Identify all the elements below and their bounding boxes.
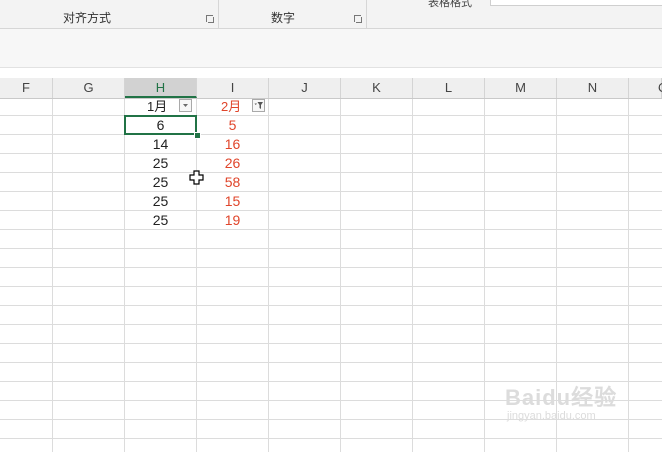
grid-line <box>0 153 662 154</box>
cell-i6[interactable]: 15 <box>197 192 268 211</box>
grid-line <box>0 210 662 211</box>
grid-line <box>0 362 662 363</box>
grid-line <box>0 343 662 344</box>
number-group: 数字 <box>219 0 366 28</box>
grid-line <box>0 248 662 249</box>
grid-line <box>0 438 662 439</box>
watermark-logo-text: Baidu经验 <box>505 385 618 410</box>
formula-bar-area <box>0 29 662 68</box>
cell-h7[interactable]: 25 <box>125 211 196 230</box>
grid-line <box>0 267 662 268</box>
cell-h6[interactable]: 25 <box>125 192 196 211</box>
cell-i4[interactable]: 26 <box>197 154 268 173</box>
grid-line <box>0 115 662 116</box>
grid-line <box>0 229 662 230</box>
grid-line <box>0 172 662 173</box>
column-header-f[interactable]: F <box>0 78 53 98</box>
alignment-group: 对齐方式 <box>0 0 218 28</box>
column-header-l[interactable]: L <box>413 78 485 98</box>
column-headers: F G H I J K L M N O <box>0 78 662 99</box>
header-cell-i[interactable]: 2月 <box>221 99 241 116</box>
grid-line <box>0 134 662 135</box>
styles-gallery[interactable] <box>490 0 662 6</box>
table-styles-label[interactable]: 表格格式 <box>428 0 472 10</box>
cross-cursor-icon <box>189 170 204 185</box>
dropdown-arrow-icon[interactable] <box>179 99 192 112</box>
baidu-watermark: Baidu经验 jingyan.baidu.com <box>505 380 617 422</box>
column-header-o[interactable]: O <box>629 78 662 98</box>
number-group-label: 数字 <box>271 11 296 25</box>
cell-h5[interactable]: 25 <box>125 173 196 192</box>
column-header-j[interactable]: J <box>269 78 341 98</box>
column-header-k[interactable]: K <box>341 78 413 98</box>
alignment-dialog-launcher-icon[interactable] <box>206 15 214 23</box>
filter-active-icon[interactable] <box>252 99 265 112</box>
cell-i7[interactable]: 19 <box>197 211 268 230</box>
header-cell-h[interactable]: 1月 <box>147 99 167 116</box>
cell-h3[interactable]: 14 <box>125 135 196 154</box>
cell-i5[interactable]: 58 <box>197 173 268 192</box>
grid-line <box>0 191 662 192</box>
active-cell-border <box>124 115 197 135</box>
cell-h4[interactable]: 25 <box>125 154 196 173</box>
column-header-i[interactable]: I <box>197 78 269 98</box>
grid-line <box>0 286 662 287</box>
grid-line <box>0 324 662 325</box>
cell-i2[interactable]: 5 <box>197 116 268 135</box>
number-dialog-launcher-icon[interactable] <box>354 15 362 23</box>
column-header-m[interactable]: M <box>485 78 557 98</box>
fill-handle[interactable] <box>194 132 201 139</box>
cell-i3[interactable]: 16 <box>197 135 268 154</box>
grid-line <box>0 305 662 306</box>
ribbon: 对齐方式 数字 表格格式 <box>0 0 662 29</box>
column-header-n[interactable]: N <box>557 78 629 98</box>
column-header-h[interactable]: H <box>125 78 197 98</box>
ribbon-divider <box>366 0 367 28</box>
alignment-group-label: 对齐方式 <box>63 11 112 25</box>
column-header-g[interactable]: G <box>53 78 125 98</box>
